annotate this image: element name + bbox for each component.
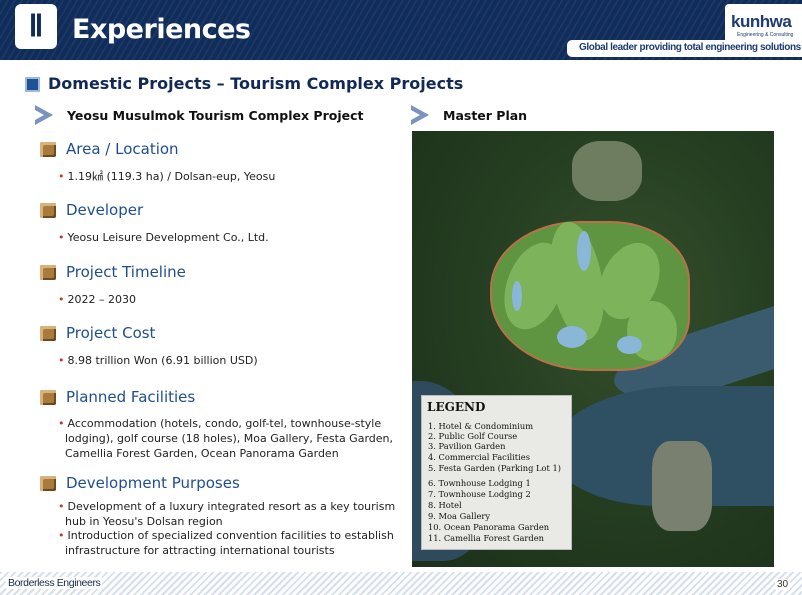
- cube-icon: [40, 476, 56, 491]
- legend-item: 2. Public Golf Course: [428, 431, 518, 441]
- cost-heading: Project Cost: [66, 324, 156, 342]
- logo-subtitle: Engineering & Consulting: [737, 32, 794, 38]
- purposes-heading: Development Purposes: [66, 474, 240, 492]
- legend-item: 6. Townhouse Lodging 1: [428, 478, 531, 488]
- legend-item: 9. Moa Gallery: [428, 511, 491, 521]
- hotel-area: [572, 141, 642, 201]
- cube-icon: [40, 142, 56, 157]
- pond: [577, 231, 591, 271]
- developer-heading: Developer: [66, 201, 144, 219]
- legend-item: 7. Townhouse Lodging 2: [428, 489, 531, 499]
- purpose-bullet-1: • Development of a luxury integrated reso…: [58, 500, 396, 528]
- slide: Ⅱ Experiences kunhwa Engineering & Consu…: [0, 0, 802, 595]
- footer-bar: Borderless Engineers 30: [0, 572, 802, 595]
- logo-name: kunhwa: [731, 12, 792, 31]
- legend-item: 11. Camellia Forest Garden: [428, 533, 544, 543]
- facilities-heading: Planned Facilities: [66, 388, 196, 406]
- facilities-bullet: • Accommodation (hotels, condo, golf-tel,…: [58, 417, 393, 460]
- company-logo: kunhwa Engineering & Consulting: [725, 4, 802, 44]
- footer-brand: Borderless Engineers: [6, 577, 103, 589]
- legend-item: 10. Ocean Panorama Garden: [428, 522, 550, 532]
- master-plan-title: Master Plan: [443, 108, 528, 123]
- tagline-box: Global leader providing total engineerin…: [567, 40, 802, 57]
- project-title: Yeosu Musulmok Tourism Complex Project: [67, 108, 364, 123]
- area-location-bullet: • 1.19㎢ (119.3 ha) / Dolsan-eup, Yeosu: [58, 170, 276, 183]
- pond: [617, 336, 642, 354]
- arrow-icon: [35, 105, 53, 125]
- cube-icon: [40, 203, 56, 218]
- legend-title: LEGEND: [427, 400, 486, 414]
- timeline-heading: Project Timeline: [66, 263, 186, 281]
- cube-icon: [40, 390, 56, 405]
- page-number: 30: [775, 579, 791, 590]
- pond: [557, 326, 587, 348]
- area-location-heading: Area / Location: [66, 140, 179, 158]
- timeline-bullet: • 2022 – 2030: [58, 293, 136, 306]
- page-title: Experiences: [72, 14, 251, 45]
- cube-icon: [40, 265, 56, 280]
- section-numeral-badge: Ⅱ: [15, 4, 57, 49]
- developer-bullet: • Yeosu Leisure Development Co., Ltd.: [58, 231, 269, 244]
- section-square-icon: [25, 77, 40, 92]
- legend-item: 4. Commercial Facilities: [428, 452, 530, 462]
- tagline: Global leader providing total engineerin…: [579, 42, 801, 53]
- legend-item: 5. Festa Garden (Parking Lot 1): [428, 463, 562, 473]
- arrow-icon: [411, 105, 429, 125]
- pond: [512, 281, 522, 311]
- townhouse-area: [652, 441, 712, 531]
- header-bar: Ⅱ Experiences kunhwa Engineering & Consu…: [0, 0, 802, 60]
- cost-bullet: • 8.98 trillion Won (6.91 billion USD): [58, 354, 258, 367]
- cube-icon: [40, 326, 56, 341]
- legend-item: 8. Hotel: [428, 500, 462, 510]
- purpose-bullet-2: • Introduction of specialized convention …: [58, 529, 394, 557]
- map-legend: LEGEND 1. Hotel & Condominium 2. Public …: [421, 395, 572, 550]
- legend-item: 3. Pavilion Garden: [428, 441, 506, 451]
- legend-item: 1. Hotel & Condominium: [428, 421, 534, 431]
- section-title: Domestic Projects – Tourism Complex Proj…: [48, 74, 464, 93]
